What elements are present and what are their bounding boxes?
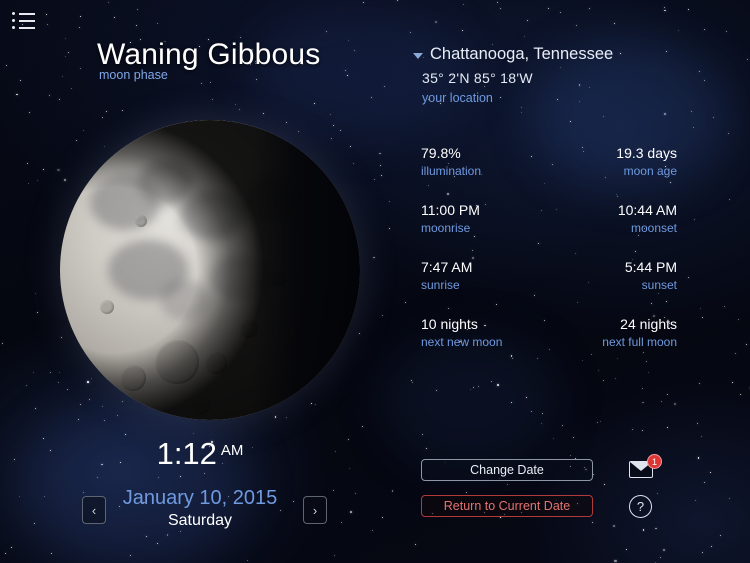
stat-row: 79.8% illumination 19.3 days moon age [421, 145, 677, 178]
current-time: 1:12 AM [0, 436, 400, 472]
stat-value: 19.3 days [616, 145, 677, 161]
caret-down-icon [413, 52, 423, 59]
stat-label: moon age [623, 164, 677, 178]
stats-grid: 79.8% illumination 19.3 days moon age 11… [421, 145, 677, 373]
stat-label: moonrise [421, 221, 471, 235]
stat-moon-age: 19.3 days moon age [557, 145, 677, 178]
location-coordinates: 35° 2'N 85° 18'W [422, 70, 533, 86]
moon-phase-app: Waning Gibbous moon phase Chattanooga, T… [0, 0, 750, 563]
stat-next-new-moon: 10 nights next new moon [421, 316, 541, 349]
stat-row: 7:47 AM sunrise 5:44 PM sunset [421, 259, 677, 292]
return-to-current-date-button[interactable]: Return to Current Date [421, 495, 593, 517]
stat-value: 7:47 AM [421, 259, 473, 275]
stat-sunrise: 7:47 AM sunrise [421, 259, 541, 292]
page-subtitle: moon phase [99, 68, 168, 82]
mail-button[interactable]: 1 [629, 454, 662, 478]
time-value: 1:12 [156, 436, 217, 471]
time-ampm: AM [220, 442, 244, 459]
stat-value: 24 nights [620, 316, 677, 332]
prev-day-button[interactable]: ‹ [82, 496, 106, 524]
question-mark-icon: ? [636, 499, 645, 514]
stat-value: 5:44 PM [624, 259, 677, 275]
menu-icon[interactable] [12, 12, 38, 34]
stat-sunset: 5:44 PM sunset [557, 259, 677, 292]
stat-row: 11:00 PM moonrise 10:44 AM moonset [421, 202, 677, 235]
current-weekday: Saturday [167, 512, 233, 529]
help-button[interactable]: ? [629, 495, 652, 518]
stat-next-full-moon: 24 nights next full moon [557, 316, 677, 349]
stat-label: next new moon [421, 335, 503, 349]
page-title: Waning Gibbous [97, 38, 321, 71]
stat-value: 79.8% [421, 145, 461, 161]
stat-illumination: 79.8% illumination [421, 145, 541, 178]
current-date: January 10, 2015 [122, 487, 278, 509]
stat-label: next full moon [602, 335, 677, 349]
stat-moonset: 10:44 AM moonset [557, 202, 677, 235]
stat-label: illumination [421, 164, 482, 178]
moon-image [60, 120, 360, 420]
stat-label: sunset [641, 278, 677, 292]
stat-moonrise: 11:00 PM moonrise [421, 202, 541, 235]
stat-label: moonset [630, 221, 677, 235]
next-day-button[interactable]: › [303, 496, 327, 524]
stat-value: 10 nights [421, 316, 478, 332]
location-block[interactable]: Chattanooga, Tennessee 35° 2'N 85° 18'W … [413, 45, 713, 105]
stat-value: 10:44 AM [617, 202, 677, 218]
chevron-left-icon: ‹ [91, 502, 97, 518]
mail-badge: 1 [647, 454, 662, 469]
stat-value: 11:00 PM [421, 202, 480, 218]
change-date-button[interactable]: Change Date [421, 459, 593, 481]
stat-label: sunrise [421, 278, 460, 292]
location-name: Chattanooga, Tennessee [430, 45, 614, 63]
location-note: your location [422, 91, 493, 105]
chevron-right-icon: › [312, 502, 318, 518]
stat-row: 10 nights next new moon 24 nights next f… [421, 316, 677, 349]
